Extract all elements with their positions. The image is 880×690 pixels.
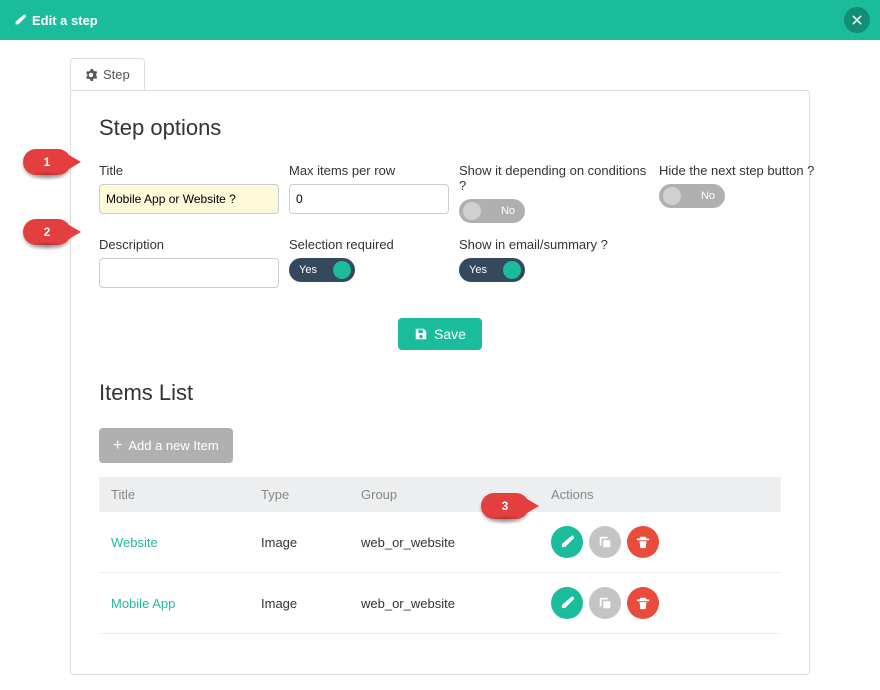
hide-next-label: Hide the next step button ? [659, 163, 829, 178]
annotation-3: 3 [481, 493, 529, 519]
row-actions [551, 526, 769, 558]
close-icon [851, 14, 863, 26]
table-row: Mobile App Image web_or_website [99, 573, 781, 634]
table-row: Website Image web_or_website [99, 512, 781, 573]
title-label: Title [99, 163, 279, 178]
selection-required-toggle[interactable]: Yes [289, 258, 355, 282]
row-actions [551, 587, 769, 619]
add-item-label: Add a new Item [128, 438, 218, 453]
show-summary-label: Show in email/summary ? [459, 237, 649, 252]
annotation-2: 2 [23, 219, 71, 245]
selection-required-label: Selection required [289, 237, 449, 252]
save-button[interactable]: Save [398, 318, 482, 350]
hide-next-toggle[interactable]: No [659, 184, 725, 208]
show-summary-value: Yes [469, 264, 487, 276]
toggle-knob [503, 261, 521, 279]
edit-item-button[interactable] [551, 587, 583, 619]
item-title-link[interactable]: Website [111, 535, 158, 550]
hide-next-toggle-value: No [701, 190, 715, 202]
pencil-icon [560, 596, 574, 610]
tab-step[interactable]: Step [70, 58, 145, 90]
tab-step-label: Step [103, 67, 130, 82]
col-title: Title [99, 477, 249, 512]
conditions-toggle[interactable]: No [459, 199, 525, 223]
copy-icon [598, 535, 612, 549]
duplicate-item-button[interactable] [589, 526, 621, 558]
pencil-icon [560, 535, 574, 549]
edit-item-button[interactable] [551, 526, 583, 558]
conditions-toggle-value: No [501, 205, 515, 217]
form-grid: Title Max items per row Show it dependin… [99, 163, 781, 288]
conditions-label: Show it depending on conditions ? [459, 163, 649, 193]
items-table: Title Type Group Actions Website Image w… [99, 477, 781, 634]
max-items-input[interactable] [289, 184, 449, 214]
max-items-label: Max items per row [289, 163, 449, 178]
col-type: Type [249, 477, 349, 512]
toggle-knob [463, 202, 481, 220]
items-heading: Items List [99, 380, 781, 406]
description-input[interactable] [99, 258, 279, 288]
col-actions: Actions [539, 477, 781, 512]
annotation-1: 1 [23, 149, 71, 175]
selection-required-value: Yes [299, 264, 317, 276]
add-item-button[interactable]: + Add a new Item [99, 428, 233, 463]
copy-icon [598, 596, 612, 610]
trash-icon [636, 596, 650, 610]
save-icon [414, 327, 428, 341]
save-button-label: Save [434, 326, 466, 342]
delete-item-button[interactable] [627, 587, 659, 619]
toggle-knob [663, 187, 681, 205]
section-heading: Step options [99, 115, 781, 141]
panel: Step options Title Max items per row Sho… [70, 90, 810, 675]
item-type: Image [249, 573, 349, 634]
modal-header: Edit a step [0, 0, 880, 40]
close-button[interactable] [844, 7, 870, 33]
pencil-icon [14, 14, 26, 26]
modal-title-wrap: Edit a step [10, 13, 98, 28]
item-title-link[interactable]: Mobile App [111, 596, 175, 611]
modal-title: Edit a step [32, 13, 98, 28]
delete-item-button[interactable] [627, 526, 659, 558]
trash-icon [636, 535, 650, 549]
gear-icon [85, 69, 97, 81]
description-label: Description [99, 237, 279, 252]
item-group: web_or_website [349, 573, 539, 634]
show-summary-toggle[interactable]: Yes [459, 258, 525, 282]
toggle-knob [333, 261, 351, 279]
item-type: Image [249, 512, 349, 573]
tab-bar: Step [70, 58, 810, 90]
duplicate-item-button[interactable] [589, 587, 621, 619]
title-input[interactable] [99, 184, 279, 214]
